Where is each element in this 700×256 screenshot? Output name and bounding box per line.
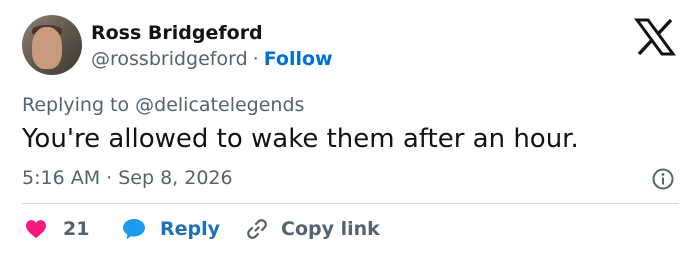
avatar-face (32, 27, 62, 69)
like-count: 21 (63, 218, 90, 240)
avatar[interactable] (22, 15, 82, 75)
handle-line: @rossbridgeford · Follow (91, 47, 333, 71)
copy-link-label: Copy link (281, 218, 380, 240)
info-icon[interactable] (651, 167, 675, 191)
follow-button[interactable]: Follow (264, 48, 333, 70)
like-button[interactable]: 21 (25, 216, 89, 242)
reply-button[interactable]: Reply (122, 216, 220, 242)
divider (22, 203, 679, 204)
speech-bubble-icon (123, 219, 145, 240)
display-name[interactable]: Ross Bridgeford (91, 21, 263, 45)
tweet-timestamp[interactable]: 5:16 AM · Sep 8, 2026 (22, 166, 233, 190)
heart-icon (26, 220, 46, 239)
user-handle[interactable]: @rossbridgeford (91, 48, 248, 70)
replying-to[interactable]: Replying to @delicatelegends (22, 93, 304, 117)
x-logo-icon[interactable] (634, 18, 676, 56)
tweet-text: You're allowed to wake them after an hou… (22, 124, 579, 154)
handle-separator: · (252, 48, 259, 70)
reply-label: Reply (160, 218, 221, 240)
copy-link-button[interactable]: Copy link (245, 216, 380, 242)
link-icon (247, 219, 267, 239)
